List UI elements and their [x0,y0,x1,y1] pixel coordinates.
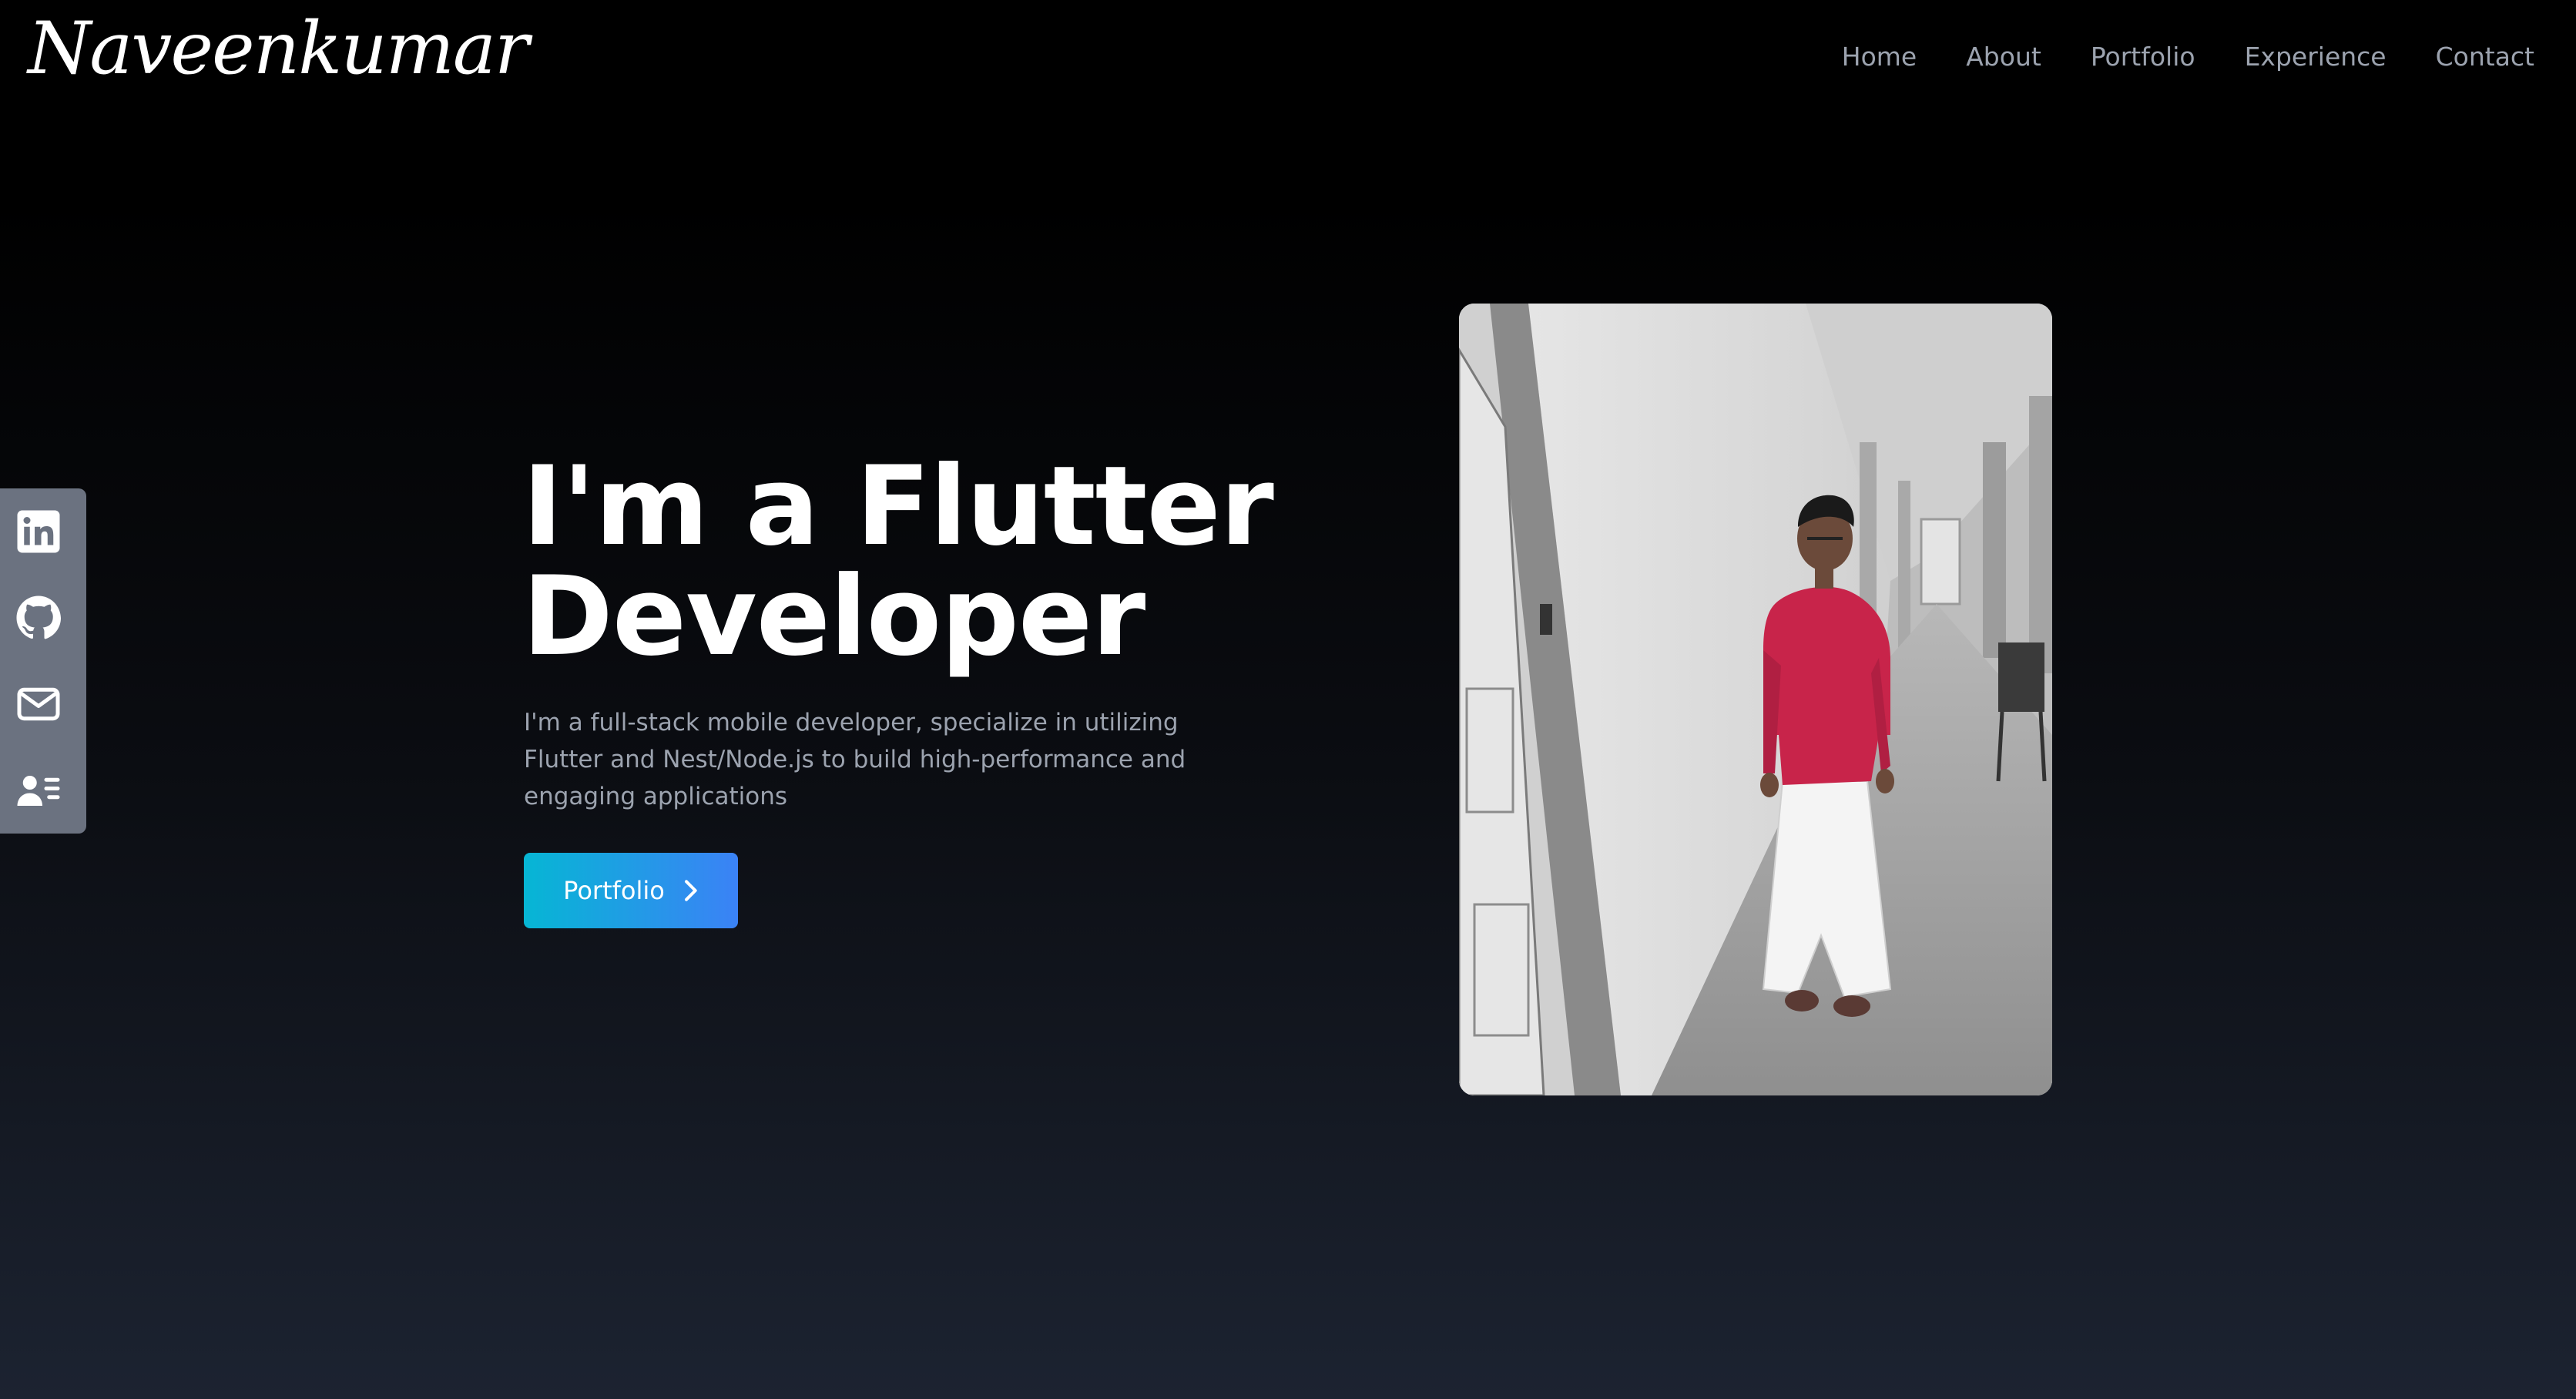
hero-title-line2: Developer [522,553,1145,680]
hero-title-line1: I'm a Flutter [522,443,1274,570]
linkedin-icon[interactable] [15,508,62,555]
nav-contact[interactable]: Contact [2436,37,2534,77]
site-logo[interactable]: Naveenkumar [28,3,529,96]
nav-experience[interactable]: Experience [2245,37,2386,77]
profile-photo [1459,304,2052,1095]
nav-home[interactable]: Home [1842,37,1917,77]
hero-subtitle: I'm a full-stack mobile developer, speci… [524,709,1186,810]
portfolio-button[interactable]: Portfolio [524,853,738,928]
github-icon[interactable] [15,595,62,641]
portfolio-button-label: Portfolio [563,876,665,905]
hero-title: I'm a Flutter Developer [522,451,1293,672]
nav-portfolio[interactable]: Portfolio [2091,37,2195,77]
nav-about[interactable]: About [1966,37,2041,77]
mail-icon[interactable] [15,681,62,727]
main-nav: Home About Portfolio Experience Contact [1793,37,2534,77]
chevron-right-icon [684,880,697,901]
resume-icon[interactable] [15,767,62,814]
social-links-bar [0,488,86,834]
